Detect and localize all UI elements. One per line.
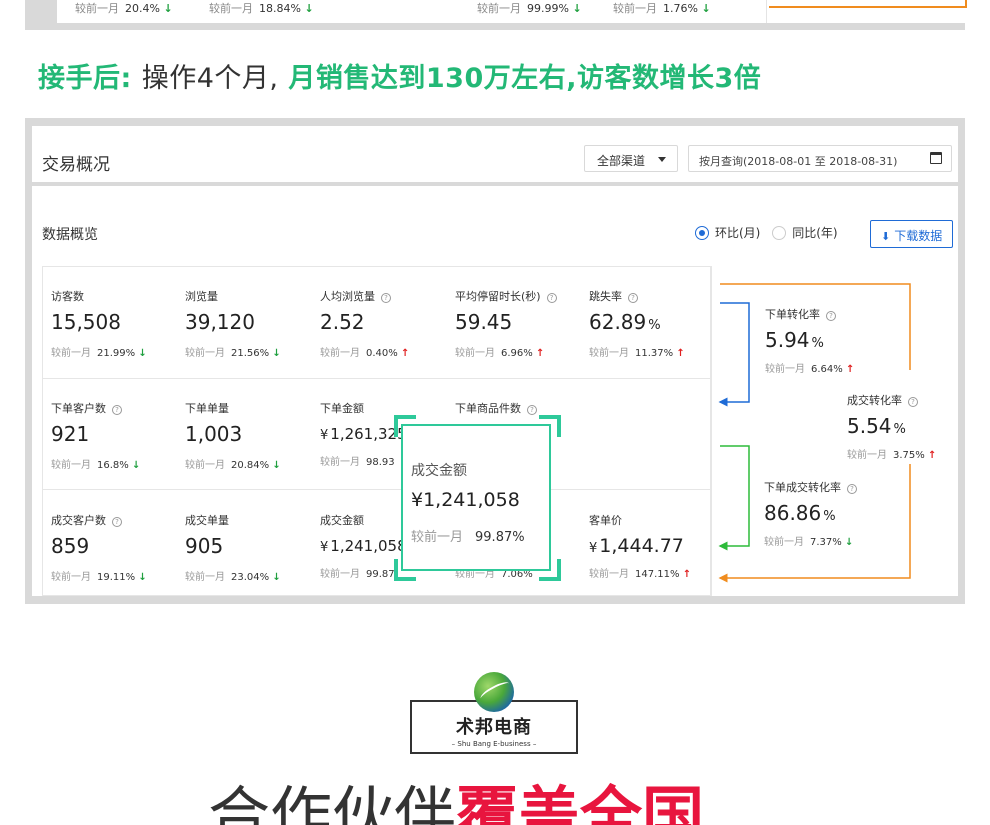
remnant-item: 较前一月 20.4% ↓ (75, 2, 173, 15)
date-range-picker[interactable]: 按月查询(2018-08-01 至 2018-08-31) (688, 145, 952, 172)
remnant-item: 较前一月 99.99% ↓ (477, 2, 582, 15)
focus-bracket (394, 415, 416, 437)
date-range-value: 按月查询(2018-08-01 至 2018-08-31) (699, 155, 898, 168)
headline: 接手后: 操作4个月, 月销售达到130万左右,访客数增长3倍 (38, 56, 761, 95)
green-arrow (718, 445, 750, 551)
channel-select-value: 全部渠道 (597, 154, 646, 168)
funnel-arrow-remnant (769, 0, 967, 8)
zoom-compare: 较前一月 99.87% (411, 530, 525, 545)
slogan-part1: 合作伙伴 (208, 779, 457, 825)
headline-highlight: 月销售达到130万左右,访客数增长3倍 (288, 63, 762, 94)
previous-panel-card: 较前一月 20.4% ↓ 较前一月 18.84% ↓ 较前一月 99.99% ↓ 较前… (57, 0, 982, 23)
bottom-slogan: 合作伙伴覆盖全国 (208, 785, 704, 825)
globe-icon (474, 672, 514, 712)
brand-subtitle: – Shu Bang E-business – (451, 740, 537, 748)
divider (766, 0, 767, 23)
focus-bracket (539, 415, 561, 437)
remnant-item: 较前一月 18.84% ↓ (209, 2, 314, 15)
caret-down-icon (658, 157, 666, 162)
previous-panel-remnant: 较前一月 20.4% ↓ 较前一月 18.84% ↓ 较前一月 99.99% ↓ 较前… (25, 0, 982, 30)
slogan-part2: 覆盖全国 (456, 779, 705, 825)
page-title: 交易概况 (42, 155, 110, 175)
zoom-highlight: 成交金额 ¥1,241,058 较前一月 99.87% (401, 424, 551, 571)
headline-prefix: 接手后: (38, 63, 132, 94)
zoom-value: ¥1,241,058 (411, 489, 520, 511)
header-card: 交易概况 全部渠道 按月查询(2018-08-01 至 2018-08-31) (32, 126, 958, 182)
focus-bracket (394, 559, 416, 581)
remnant-item: 较前一月 1.76% ↓ (613, 2, 711, 15)
calendar-icon (930, 152, 942, 164)
zoom-label: 成交金额 (411, 463, 467, 479)
brand-name: 术邦电商 (456, 717, 532, 738)
blue-arrow (718, 302, 750, 407)
focus-bracket (539, 559, 561, 581)
headline-middle: 操作4个月, (141, 63, 279, 94)
channel-select[interactable]: 全部渠道 (584, 145, 678, 172)
